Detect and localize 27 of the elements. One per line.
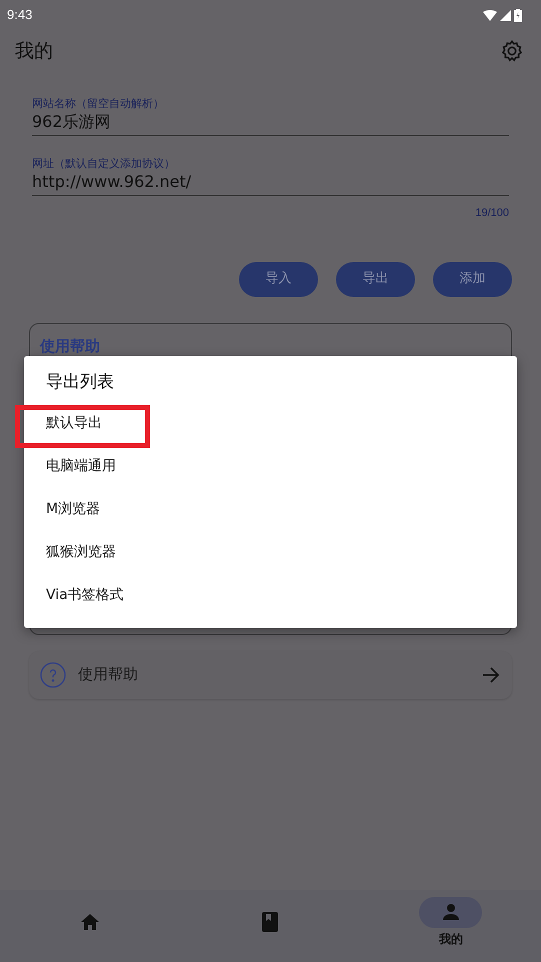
help-icon xyxy=(40,662,66,688)
person-icon xyxy=(442,904,460,920)
signal-icon xyxy=(500,10,511,20)
arrow-right-icon xyxy=(482,666,500,682)
help-row[interactable]: 使用帮助 xyxy=(29,650,512,698)
card-heading: 使用帮助 xyxy=(40,336,100,354)
help-row-label: 使用帮助 xyxy=(78,664,139,686)
action-button[interactable]: 添加 xyxy=(433,262,512,296)
export-option[interactable]: 电脑端通用 xyxy=(46,456,116,477)
export-option[interactable]: 狐猴浏览器 xyxy=(46,542,116,563)
wifi-icon xyxy=(483,10,497,20)
book-icon xyxy=(262,912,278,932)
character-counter: 19/100 xyxy=(475,206,509,221)
dialog-title: 导出列表 xyxy=(46,372,114,392)
text-field[interactable]: 网址（默认自定义添加协议） http://www.962.net/ xyxy=(32,157,509,196)
action-button[interactable]: 导入 xyxy=(239,262,318,296)
settings-icon[interactable] xyxy=(501,40,523,62)
nav-tab[interactable]: 我的 xyxy=(360,894,541,962)
home-icon xyxy=(80,913,100,931)
export-option[interactable]: 默认导出 xyxy=(46,413,102,434)
battery-icon xyxy=(514,8,522,22)
page-title: 我的 xyxy=(15,38,53,64)
status-time: 9:43 xyxy=(7,6,32,24)
action-button[interactable]: 导出 xyxy=(336,262,415,296)
export-option[interactable]: M浏览器 xyxy=(46,499,100,520)
export-option[interactable]: Via书签格式 xyxy=(46,585,124,606)
text-field[interactable]: 网站名称（留空自动解析） 962乐游网 xyxy=(32,97,509,136)
